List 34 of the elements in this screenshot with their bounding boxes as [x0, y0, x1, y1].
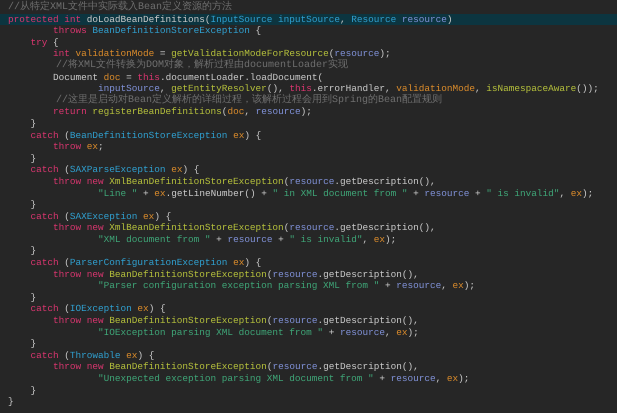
code-line: catch (IOException ex) { — [30, 303, 167, 316]
code-line: } — [7, 396, 15, 408]
code-line: throw new BeanDefinitionStoreException(resource.getDescription(), — [52, 268, 420, 280]
code-line: //这里是启动对Bean定义解析的详细过程，该解析过程会用到Spring的Bean配置规则 — [55, 94, 444, 106]
code-line: return registerBeanDefinitions(doc, resource); — [52, 106, 313, 118]
code-line: "Unexpected exception parsing XML document from " + resource, ex); — [97, 373, 470, 385]
code-line: } — [30, 338, 38, 350]
code-line: catch (SAXParseException ex) { — [30, 164, 200, 176]
code-line: catch (BeanDefinitionStoreException ex) { — [30, 130, 262, 142]
code-line: } — [30, 199, 38, 211]
code-line: throw new BeanDefinitionStoreException(resource.getDescription(), — [52, 361, 420, 373]
code-line: try { — [30, 36, 60, 48]
code-line: //从特定XML文件中实际载入Bean定义资源的方法 — [7, 2, 234, 14]
code-line: catch (ParserConfigurationException ex) { — [30, 257, 262, 269]
code-line: catch (SAXException ex) { — [30, 210, 172, 222]
code-line: catch (Throwable ex) { — [30, 350, 156, 362]
code-line: "XML document from " + resource + " is invalid", ex); — [97, 234, 398, 246]
code-line: throw new XmlBeanDefinitionStoreException(resource.getDescription(), — [52, 222, 437, 234]
code-line: } — [30, 292, 38, 304]
code-line: throw new XmlBeanDefinitionStoreException(resource.getDescription(), — [52, 176, 437, 188]
code-line: throw ex; — [52, 141, 105, 153]
code-line: } — [30, 118, 38, 130]
code-line: "Parser configuration exception parsing XML from " + resource, ex); — [97, 280, 476, 292]
code-line: throws BeanDefinitionStoreException { — [52, 25, 262, 37]
code-line: int validationMode = getValidationModeForResource(resource); — [52, 48, 392, 60]
code-line: Document doc = this.documentLoader.loadDocument( — [52, 72, 324, 84]
code-line: throw new BeanDefinitionStoreException(resource.getDescription(), — [52, 315, 420, 327]
code-line: } — [30, 245, 38, 258]
code-line: } — [30, 384, 38, 396]
code-line: inputSource, getEntityResolver(), this.errorHandler, validationMode, isNamespaceAware()); — [98, 83, 600, 94]
code-line: //将XML文件转换为DOM对象，解析过程由documentLoader实现 — [55, 60, 350, 72]
code-line: "IOException parsing XML document from " + resource, ex); — [97, 326, 420, 338]
code-line: "Line " + ex.getLineNumber() + " in XML document from " + resource + " is invalid", ex); — [97, 188, 594, 200]
code-line: } — [30, 152, 38, 164]
